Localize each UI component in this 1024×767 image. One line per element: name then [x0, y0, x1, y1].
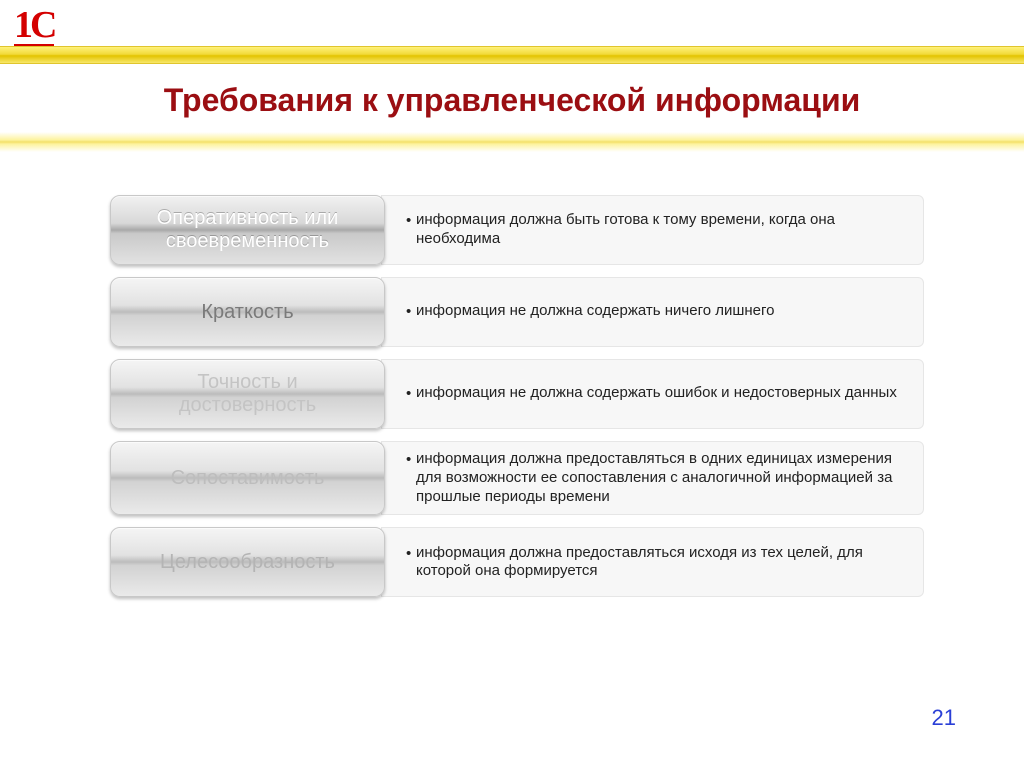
- sub-header-stripe: [0, 132, 1024, 152]
- requirement-label: Краткость: [110, 277, 385, 347]
- bullet-icon: •: [406, 545, 416, 564]
- requirement-row: Целесообразность •информация должна пред…: [110, 527, 924, 597]
- requirements-list: Оперативность или своевременность •инфор…: [110, 195, 924, 609]
- requirement-desc-text: информация не должна содержать ошибок и …: [416, 384, 897, 403]
- requirement-label: Сопоставимость: [110, 441, 385, 515]
- requirement-row: Точность и достоверность •информация не …: [110, 359, 924, 429]
- requirement-label-text: Оперативность или своевременность: [127, 207, 368, 253]
- requirement-desc: •информация должна предоставляться исход…: [381, 527, 924, 597]
- logo: 1С: [14, 6, 54, 48]
- requirement-label: Оперативность или своевременность: [110, 195, 385, 265]
- requirement-row: Краткость •информация не должна содержат…: [110, 277, 924, 347]
- requirement-label-text: Краткость: [201, 301, 293, 324]
- requirement-desc: •информация не должна содержать ничего л…: [381, 277, 924, 347]
- requirement-row: Сопоставимость •информация должна предос…: [110, 441, 924, 515]
- requirement-label-text: Целесообразность: [160, 551, 335, 574]
- requirement-desc-text: информация должна предоставляться исходя…: [416, 544, 905, 582]
- requirement-desc: •информация должна быть готова к тому вр…: [381, 195, 924, 265]
- requirement-label: Целесообразность: [110, 527, 385, 597]
- requirement-label: Точность и достоверность: [110, 359, 385, 429]
- header-stripe: [0, 46, 1024, 64]
- logo-text: 1С: [14, 6, 54, 48]
- requirement-desc-text: информация должна быть готова к тому вре…: [416, 211, 905, 249]
- requirement-label-text: Сопоставимость: [171, 467, 325, 490]
- requirement-desc: •информация не должна содержать ошибок и…: [381, 359, 924, 429]
- requirement-label-text: Точность и достоверность: [127, 371, 368, 417]
- requirement-desc: •информация должна предоставляться в одн…: [381, 441, 924, 515]
- bullet-icon: •: [406, 212, 416, 231]
- requirement-row: Оперативность или своевременность •инфор…: [110, 195, 924, 265]
- page-title: Требования к управленческой информации: [0, 82, 1024, 119]
- page-number: 21: [932, 705, 956, 731]
- bullet-icon: •: [406, 303, 416, 322]
- bullet-icon: •: [406, 451, 416, 470]
- requirement-desc-text: информация не должна содержать ничего ли…: [416, 302, 775, 321]
- bullet-icon: •: [406, 385, 416, 404]
- requirement-desc-text: информация должна предоставляться в одни…: [416, 450, 905, 506]
